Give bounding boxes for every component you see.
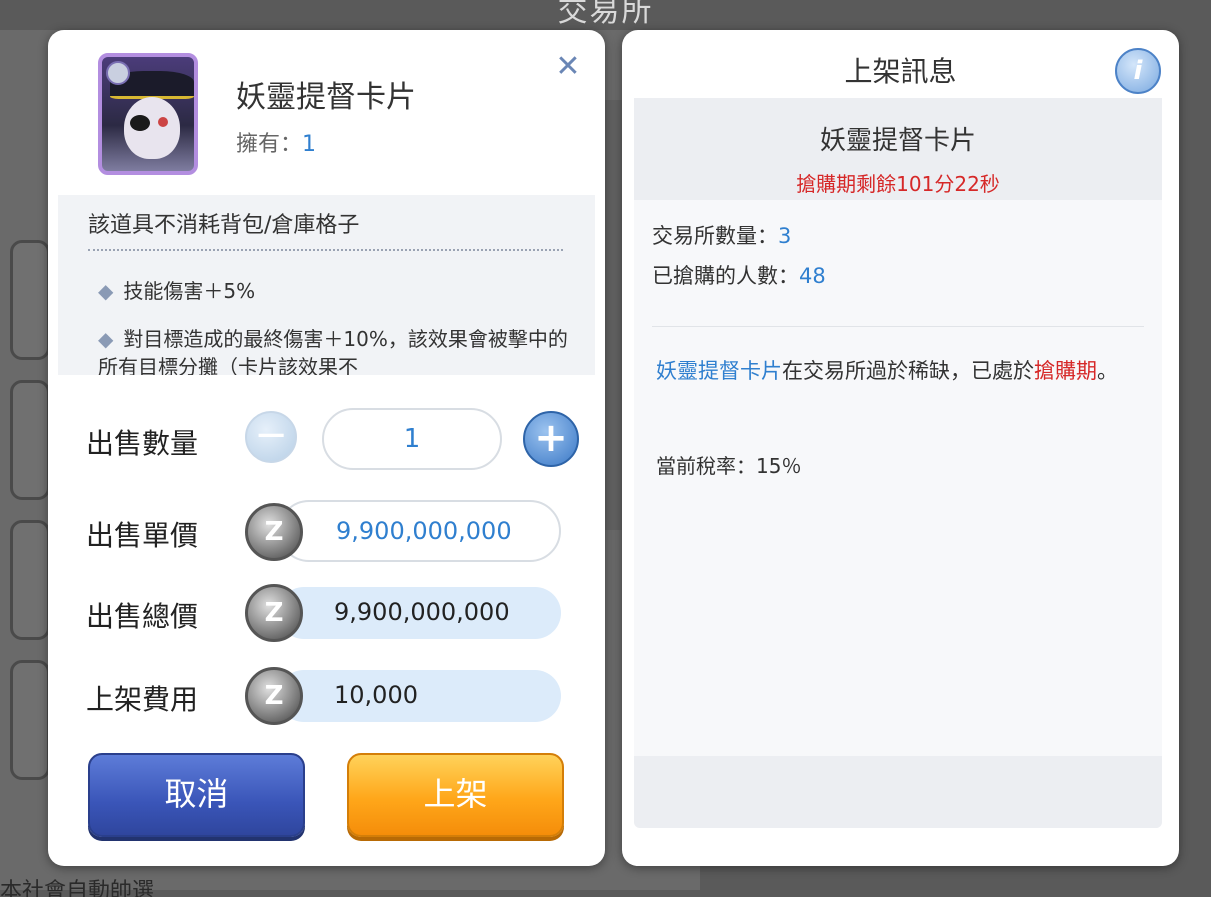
zeny-coin-icon: Z — [245, 503, 303, 561]
info-icon[interactable]: i — [1115, 48, 1161, 94]
listing-item-name: 妖靈提督卡片 — [819, 126, 976, 156]
background-list-item — [10, 660, 50, 780]
zeny-coin-icon: Z — [245, 667, 303, 725]
buyer-count-value: 48 — [799, 264, 826, 288]
footer-band — [634, 756, 1162, 828]
increase-quantity-button[interactable]: + — [523, 411, 579, 467]
scarcity-message: 妖靈提督卡片在交易所過於稀缺，已處於搶購期。 — [656, 359, 1118, 383]
list-item-button[interactable]: 上架 — [347, 753, 564, 837]
decrease-quantity-button[interactable]: − — [245, 411, 297, 463]
background-list-item — [10, 240, 50, 360]
card-badge-icon — [106, 61, 130, 85]
owned-value: 1 — [302, 132, 317, 157]
item-name: 妖靈提督卡片 — [236, 80, 416, 115]
background-list-item — [10, 380, 50, 500]
sell-dialog: 妖靈提督卡片 擁有：1 ✕ 該道具不消耗背包/倉庫格子 ◆ 技能傷害＋5% ◆ 對目… — [48, 30, 605, 866]
exchange-quantity-label: 交易所數量： — [652, 224, 778, 248]
exchange-quantity: 交易所數量：3 — [652, 220, 791, 250]
quantity-label: 出售數量 — [86, 427, 199, 460]
quantity-input[interactable]: 1 — [322, 408, 502, 470]
cancel-button[interactable]: 取消 — [88, 753, 305, 837]
unit-price-label: 出售單價 — [86, 519, 199, 552]
total-price-label: 出售總價 — [86, 600, 199, 633]
panel-title: 上架訊息 — [844, 55, 957, 88]
zeny-coin-icon: Z — [245, 584, 303, 642]
message-item-link[interactable]: 妖靈提督卡片 — [656, 359, 782, 383]
eye-graphic — [158, 117, 168, 127]
effect-bullet: ◆ 對目標造成的最終傷害＋10%，該效果會被擊中的所有目標分攤（卡片該效果不 — [98, 327, 568, 375]
diamond-icon: ◆ — [98, 327, 114, 351]
owned-label: 擁有： — [236, 132, 303, 157]
description-header: 該道具不消耗背包/倉庫格子 — [88, 213, 360, 238]
rush-countdown: 搶購期剩餘101分22秒 — [796, 172, 1000, 196]
buyer-count: 已搶購的人數：48 — [652, 260, 826, 290]
listing-info-panel: 上架訊息 i 妖靈提督卡片 搶購期剩餘101分22秒 交易所數量：3 已搶購的人… — [622, 30, 1179, 866]
listing-info-content: 妖靈提督卡片 搶購期剩餘101分22秒 交易所數量：3 已搶購的人數：48 妖靈… — [634, 98, 1162, 828]
effect-bullet: ◆ 技能傷害＋5% — [98, 279, 256, 303]
background-title: 交易所 — [557, 0, 654, 29]
item-card-icon — [98, 53, 198, 175]
unit-price-input[interactable]: 9,900,000,000 — [278, 500, 561, 562]
dotted-divider — [88, 249, 563, 251]
total-price-value: 9,900,000,000 — [278, 587, 561, 639]
tax-rate: 當前稅率：15％ — [656, 450, 801, 479]
background-bottom-text: 本社會自動帥選 — [0, 879, 155, 897]
rush-period-text: 搶購期 — [1034, 359, 1097, 383]
listing-fee-label: 上架費用 — [86, 683, 199, 716]
diamond-icon: ◆ — [98, 279, 114, 303]
item-description[interactable]: 該道具不消耗背包/倉庫格子 ◆ 技能傷害＋5% ◆ 對目標造成的最終傷害＋10%，該… — [58, 195, 595, 375]
listing-fee-value: 10,000 — [278, 670, 561, 722]
close-button[interactable]: ✕ — [553, 52, 583, 82]
tax-rate-label: 當前稅率： — [656, 454, 756, 478]
tax-rate-value: 15％ — [756, 454, 802, 478]
owned-count: 擁有：1 — [236, 126, 316, 158]
eyepatch-graphic — [130, 115, 150, 131]
exchange-quantity-value: 3 — [778, 224, 792, 248]
item-header-band: 妖靈提督卡片 搶購期剩餘101分22秒 — [634, 98, 1162, 200]
divider — [652, 326, 1144, 327]
buyer-count-label: 已搶購的人數： — [652, 264, 799, 288]
background-list-item — [10, 520, 50, 640]
